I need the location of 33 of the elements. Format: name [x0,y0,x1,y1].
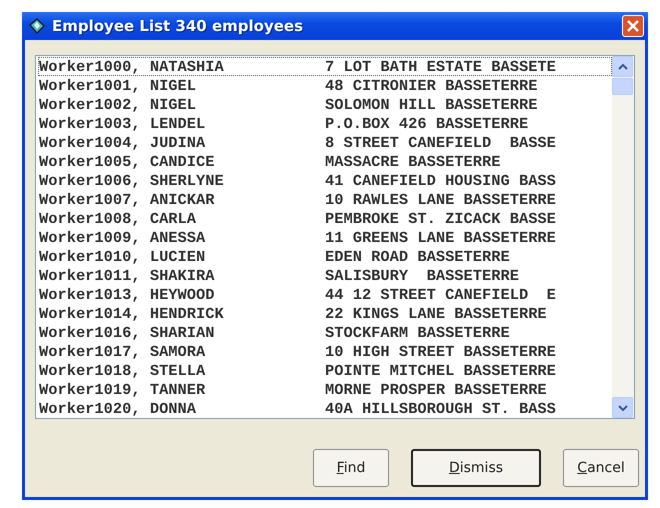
close-button[interactable] [622,15,644,37]
scroll-thumb[interactable] [612,78,633,95]
employee-list[interactable] [35,55,635,419]
list-row[interactable]: Worker1019, TANNER MORNE PROSPER BASSETERRE [38,380,612,399]
list-row[interactable]: Worker1000, NATASHIA 7 LOT BATH ESTATE BASSETE [38,57,612,76]
list-row[interactable]: Worker1016, SHARIAN STOCKFARM BASSETERRE [38,323,612,342]
list-row[interactable]: Worker1020, DONNA 40A HILLSBOROUGH ST. BASS [38,399,612,418]
list-row[interactable]: Worker1014, HENDRICK 22 KINGS LANE BASSETERRE [38,304,612,323]
dialog-button[interactable]: Dismiss [411,449,541,487]
list-row[interactable]: Worker1005, CANDICE MASSACRE BASSETERRE [38,152,612,171]
list-row[interactable]: Worker1002, NIGEL SOLOMON HILL BASSETERRE [38,95,612,114]
list-row[interactable]: Worker1010, LUCIEN EDEN ROAD BASSETERRE [38,247,612,266]
dialog-button[interactable]: Cancel [563,449,639,487]
app-icon [28,17,46,35]
list-row[interactable]: Worker1006, SHERLYNE 41 CANEFIELD HOUSING BASS [38,171,612,190]
scroll-down-button[interactable] [612,397,633,418]
list-row[interactable]: Worker1003, LENDEL P.O.BOX 426 BASSETERRE [38,114,612,133]
window-title: Employee List 340 employees [52,16,304,37]
dialog-button[interactable]: Find [313,449,389,487]
scrollbar[interactable] [612,56,634,418]
list-row[interactable]: Worker1018, STELLA POINTE MITCHEL BASSETERRE [38,361,612,380]
close-icon [626,19,640,33]
list-row[interactable]: Worker1008, CARLA PEMBROKE ST. ZICACK BASSE [38,209,612,228]
list-row[interactable]: Worker1009, ANESSA 11 GREENS LANE BASSETERRE [38,228,612,247]
list-row[interactable]: Worker1013, HEYWOOD 44 12 STREET CANEFIELD E [38,285,612,304]
list-row[interactable]: Worker1001, NIGEL 48 CITRONIER BASSETERRE [38,76,612,95]
chevron-up-icon [618,62,628,70]
scroll-up-button[interactable] [612,56,633,77]
list-row[interactable]: Worker1007, ANICKAR 10 RAWLES LANE BASSETERRE [38,190,612,209]
list-row[interactable]: Worker1011, SHAKIRA SALISBURY BASSETERRE [38,266,612,285]
list-row[interactable]: Worker1017, SAMORA 10 HIGH STREET BASSETERRE [38,342,612,361]
chevron-down-icon [618,404,628,412]
list-row[interactable]: Worker1004, JUDINA 8 STREET CANEFIELD BASSE [38,133,612,152]
